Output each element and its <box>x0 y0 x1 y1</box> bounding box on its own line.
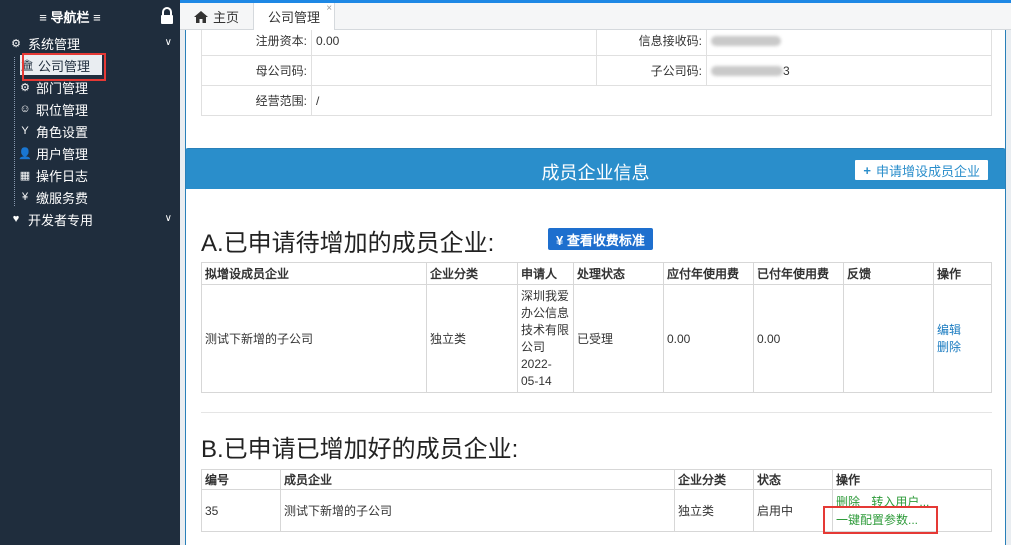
chevron-down-icon: ∨ <box>164 37 172 48</box>
sidebar-title: ≡ 导航栏 ≡ <box>39 9 101 25</box>
sidebar-item-label: 职位管理 <box>36 102 89 118</box>
gears-icon: ⚙ <box>20 81 30 94</box>
sidebar-item-label: 用户管理 <box>36 146 89 162</box>
cell-category: 独立类 <box>426 284 518 393</box>
sidebar-item-position[interactable]: ☺ 职位管理 <box>0 98 180 120</box>
col-header: 企业分类 <box>674 469 754 490</box>
sidebar-item-role[interactable]: Y 角色设置 <box>0 120 180 142</box>
user-icon: 👤 <box>18 147 32 160</box>
cell-id: 35 <box>201 489 281 532</box>
scope-value: / <box>311 85 992 116</box>
cell-feedback <box>843 284 934 393</box>
section-a-title: A.已申请待增加的成员企业: <box>201 230 495 257</box>
panel-header: 成员企业信息 + 申请增设成员企业 <box>186 149 1005 189</box>
applicant-line: 2022- <box>521 356 552 371</box>
sidebar-item-label: 操作日志 <box>36 168 89 184</box>
sub-code-suffix: 3 <box>783 63 790 78</box>
home-icon <box>194 10 208 23</box>
cell-payable: 0.00 <box>663 284 754 393</box>
cell-paid: 0.00 <box>753 284 844 393</box>
windows-icon: ▦ <box>19 169 31 182</box>
scope-label: 经营范围: <box>201 85 312 116</box>
registered-capital-label: 注册资本: <box>201 30 312 56</box>
sub-code-label: 子公司码: <box>596 55 707 86</box>
company-info-table: 注册资本: 0.00 信息接收码: 母公司码: 子公司码: 3 经营范围: / <box>201 30 992 116</box>
section-b-title: B.已申请已增加好的成员企业: <box>201 436 519 463</box>
registered-capital-value: 0.00 <box>311 30 597 56</box>
col-header: 申请人 <box>517 262 574 285</box>
table-header-row: 拟增设成员企业 企业分类 申请人 处理状态 应付年使用费 已付年使用费 反馈 操… <box>201 262 992 285</box>
sidebar-group-label: 开发者专用 <box>28 212 94 228</box>
redacted-value <box>711 36 781 47</box>
yen-icon: ¥ <box>21 191 29 203</box>
pending-members-table: 拟增设成员企业 企业分类 申请人 处理状态 应付年使用费 已付年使用费 反馈 操… <box>201 262 992 393</box>
info-receiver-value <box>706 30 992 56</box>
sidebar-group-developer[interactable]: ♥ 开发者专用 ∨ <box>0 208 180 230</box>
cell-company: 测试下新增的子公司 <box>280 489 675 532</box>
apply-member-label: 申请增设成员企业 <box>875 163 980 179</box>
redacted-value <box>711 66 783 77</box>
col-header: 企业分类 <box>426 262 518 285</box>
sidebar-item-label: 缴服务费 <box>36 190 89 206</box>
smile-icon: ☺ <box>19 103 31 115</box>
sidebar: ≡ 导航栏 ≡ ⚙ 系统管理 ∨ 🏛 公司管理 ⚙ 部门管理 ☺ 职位管理 Y … <box>0 0 180 545</box>
tab-label: 公司管理 <box>268 10 321 25</box>
sidebar-group-system[interactable]: ⚙ 系统管理 ∨ <box>0 32 180 54</box>
parent-code-label: 母公司码: <box>201 55 312 86</box>
sidebar-item-user[interactable]: 👤 用户管理 <box>0 142 180 164</box>
cell-status: 已受理 <box>573 284 664 393</box>
cell-actions: 编辑 删除 <box>933 284 992 393</box>
company-info-panel: 注册资本: 0.00 信息接收码: 母公司码: 子公司码: 3 经营范围: / <box>185 30 1006 166</box>
main-content: 注册资本: 0.00 信息接收码: 母公司码: 子公司码: 3 经营范围: / … <box>180 30 1011 545</box>
filter-icon: Y <box>21 125 29 137</box>
col-header: 处理状态 <box>573 262 664 285</box>
applicant-line: 技术有限 <box>521 322 570 337</box>
member-company-panel: 成员企业信息 + 申请增设成员企业 A.已申请待增加的成员企业: ¥ 查看收费标… <box>185 148 1006 545</box>
col-header: 拟增设成员企业 <box>201 262 427 285</box>
sidebar-header: ≡ 导航栏 ≡ <box>0 0 180 32</box>
table-row: 测试下新增的子公司 独立类 深圳我爱 办公信息 技术有限 公司 2022- 05… <box>201 284 992 393</box>
cell-category: 独立类 <box>674 489 754 532</box>
table-header-row: 编号 成员企业 企业分类 状态 操作 <box>201 469 992 490</box>
sidebar-item-log[interactable]: ▦ 操作日志 <box>0 164 180 186</box>
heart-icon: ♥ <box>12 213 20 225</box>
tab-home[interactable]: 主页 <box>180 3 255 30</box>
gears-icon: ⚙ <box>11 37 21 50</box>
highlight-box <box>823 506 938 534</box>
sidebar-item-label: 角色设置 <box>36 124 89 140</box>
sub-code-value: 3 <box>706 55 992 86</box>
view-fee-button[interactable]: ¥ 查看收费标准 <box>548 228 653 250</box>
col-header: 应付年使用费 <box>663 262 754 285</box>
apply-member-button[interactable]: + 申请增设成员企业 <box>854 159 989 181</box>
applicant-line: 公司 <box>521 339 546 354</box>
applicant-line: 办公信息 <box>521 305 570 320</box>
cell-status: 启用中 <box>753 489 833 532</box>
col-header: 编号 <box>201 469 281 490</box>
cell-company: 测试下新增的子公司 <box>201 284 427 393</box>
lock-icon[interactable] <box>160 7 174 25</box>
parent-code-value <box>311 55 597 86</box>
col-header: 已付年使用费 <box>753 262 844 285</box>
edit-link[interactable]: 编辑 <box>937 322 988 339</box>
col-header: 状态 <box>753 469 833 490</box>
cell-applicant: 深圳我爱 办公信息 技术有限 公司 2022- 05-14 <box>517 284 574 393</box>
applicant-line: 05-14 <box>521 373 552 388</box>
section-divider <box>201 412 992 413</box>
tab-company[interactable]: 公司管理 × <box>254 3 336 30</box>
close-icon[interactable]: × <box>326 3 332 14</box>
col-header: 操作 <box>832 469 992 490</box>
sidebar-group-label: 系统管理 <box>28 36 81 52</box>
plus-icon: + <box>863 162 871 178</box>
chevron-down-icon: ∨ <box>164 213 172 224</box>
tab-label: 主页 <box>213 10 240 25</box>
col-header: 成员企业 <box>280 469 675 490</box>
highlight-box <box>22 53 106 81</box>
delete-link[interactable]: 删除 <box>937 339 988 356</box>
applicant-line: 深圳我爱 <box>521 288 570 303</box>
info-receiver-label: 信息接收码: <box>596 30 707 56</box>
tab-bar: 主页 公司管理 × <box>180 0 1011 30</box>
sidebar-item-fee[interactable]: ¥ 缴服务费 <box>0 186 180 208</box>
col-header: 操作 <box>933 262 992 285</box>
col-header: 反馈 <box>843 262 934 285</box>
